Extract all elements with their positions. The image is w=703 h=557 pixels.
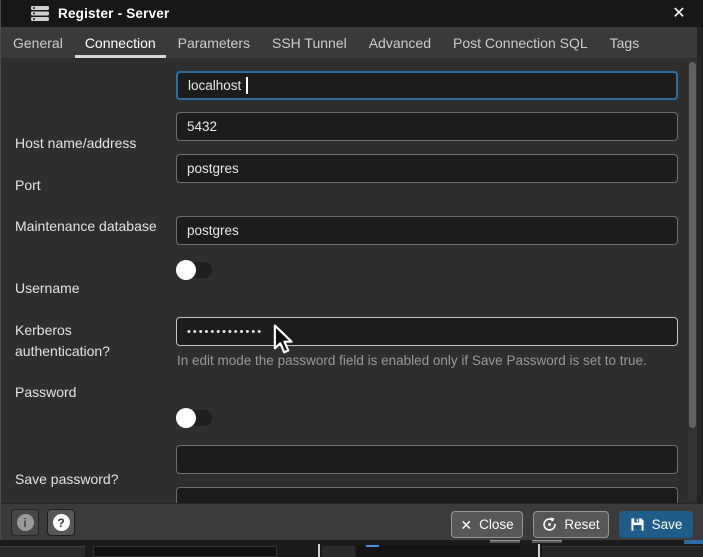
info-icon: i (17, 514, 34, 531)
dialog-scrollbar[interactable] (688, 60, 697, 500)
close-icon[interactable]: ✕ (668, 3, 690, 25)
background-button-fragment (490, 540, 520, 543)
tab-tags[interactable]: Tags (599, 27, 651, 58)
close-x-icon: ✕ (460, 518, 472, 532)
background-separator (538, 544, 540, 557)
connection-form: Host name/address Port Maintenance datab… (1, 58, 703, 503)
save-password-label: Save password? (15, 469, 167, 490)
toggle-knob (176, 260, 196, 280)
maintenance-db-input[interactable] (176, 154, 678, 183)
close-button-label: Close (479, 517, 514, 532)
background-window-edge (697, 27, 703, 540)
service-input[interactable] (176, 487, 678, 503)
tab-connection[interactable]: Connection (74, 27, 167, 58)
sql-info-button[interactable]: i (11, 509, 39, 536)
background-fragment (542, 546, 703, 557)
reset-button-label: Reset (564, 517, 599, 532)
password-input[interactable] (176, 317, 678, 346)
reset-button[interactable]: Reset (533, 511, 609, 538)
dialog-title: Register - Server (58, 6, 169, 21)
background-fragment (357, 545, 520, 557)
background-fragment (93, 546, 277, 557)
background-fragment (322, 546, 355, 557)
kerberos-label: Kerberos authentication? (15, 320, 167, 362)
dialog-footer: i ? ✕ Close Reset (1, 503, 703, 540)
close-button[interactable]: ✕ Close (451, 511, 523, 538)
text-caret (246, 77, 248, 94)
save-button[interactable]: Save (619, 511, 693, 538)
screen: Register - Server ✕ General Connection P… (0, 0, 703, 557)
save-button-label: Save (652, 517, 683, 532)
port-label: Port (15, 175, 167, 196)
dialog-tabbar: General Connection Parameters SSH Tunnel… (1, 27, 697, 58)
role-input[interactable] (176, 445, 678, 474)
host-input[interactable] (176, 71, 678, 100)
tab-post-connection-sql[interactable]: Post Connection SQL (442, 27, 599, 58)
username-input[interactable] (176, 216, 678, 245)
tab-advanced[interactable]: Advanced (358, 27, 442, 58)
host-label: Host name/address (15, 133, 167, 154)
background-separator (318, 544, 320, 557)
background-fragment (0, 546, 85, 557)
register-server-dialog: Register - Server ✕ General Connection P… (0, 0, 703, 540)
password-helper-text: In edit mode the password field is enabl… (177, 350, 682, 372)
dialog-titlebar[interactable]: Register - Server ✕ (1, 0, 703, 27)
help-button[interactable]: ? (47, 509, 75, 536)
password-label: Password (15, 382, 167, 403)
background-button-fragment (684, 540, 703, 544)
background-button-fragment (532, 540, 562, 543)
maintenance-db-label: Maintenance database (15, 216, 167, 237)
toggle-knob (176, 408, 196, 428)
tab-general[interactable]: General (2, 27, 74, 58)
reset-icon (542, 517, 557, 532)
save-floppy-icon (630, 517, 645, 532)
server-icon (31, 6, 49, 21)
tab-ssh-tunnel[interactable]: SSH Tunnel (261, 27, 358, 58)
background-window-strip (0, 540, 703, 557)
save-password-toggle[interactable] (178, 410, 212, 426)
kerberos-toggle[interactable] (178, 262, 212, 278)
tab-parameters[interactable]: Parameters (167, 27, 261, 58)
port-input[interactable] (176, 112, 678, 141)
background-active-tab-accent (366, 545, 379, 547)
scrollbar-thumb[interactable] (689, 62, 696, 428)
help-icon: ? (53, 514, 70, 531)
username-label: Username (15, 278, 167, 299)
